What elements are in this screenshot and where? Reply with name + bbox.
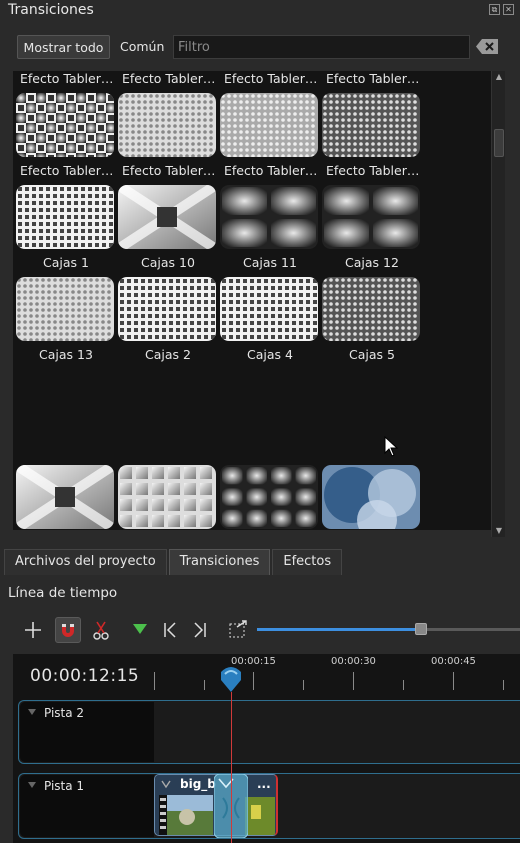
transition-item[interactable]: Cajas 13 (16, 277, 114, 437)
transition-thumbnail (118, 465, 216, 529)
ruler-tick (204, 680, 205, 690)
zoom-slider[interactable] (257, 623, 520, 635)
transition-thumbnail (322, 277, 420, 341)
transition-label: Cajas 12 (345, 255, 399, 270)
track-collapse-icon[interactable] (28, 709, 36, 715)
transition-item[interactable]: Cajas 5 (322, 277, 420, 437)
scroll-handle[interactable] (494, 129, 504, 157)
transition-thumbnail (322, 465, 420, 529)
transition-label: Cajas 4 (247, 347, 293, 362)
scroll-up-icon[interactable]: ▲ (494, 72, 504, 82)
track-2[interactable]: Pista 2 (18, 700, 520, 764)
clip-title: big_b (180, 777, 216, 791)
transition-item[interactable] (322, 71, 420, 163)
current-time: 00:00:12:15 (30, 666, 140, 686)
filter-row: Mostrar todo Común (17, 35, 501, 59)
transition-thumbnail (220, 185, 318, 249)
transition-label: Cajas 2 (145, 347, 191, 362)
transitions-grid: Efecto Tabler… Efecto Tabler… Efecto Table… (13, 71, 491, 530)
add-marker-icon[interactable] (127, 617, 153, 643)
transition-label: Cajas 13 (39, 347, 93, 362)
float-icon[interactable]: ⧉ (489, 4, 500, 15)
transition-thumbnail (118, 185, 216, 249)
transition-label: Cajas 11 (243, 255, 297, 270)
playhead-line (231, 692, 232, 843)
track-header: Pista 1 (20, 775, 154, 837)
transition-thumbnail (220, 277, 318, 341)
transition-thumbnail (16, 465, 114, 529)
transition-item[interactable]: Cajas 6 (16, 437, 114, 529)
transition-item[interactable]: Cajas 9 (220, 437, 318, 529)
transition-thumbnail (118, 277, 216, 341)
track-name: Pista 2 (44, 706, 85, 720)
mouse-cursor-icon (384, 436, 399, 457)
close-icon[interactable]: ✕ (503, 4, 514, 15)
timeline-toolbar (20, 617, 520, 643)
razor-icon[interactable] (88, 617, 114, 643)
ruler-tick (453, 672, 454, 690)
snap-button[interactable] (55, 617, 81, 643)
clip-title-overflow: ... (257, 777, 271, 791)
center-timeline-icon[interactable] (225, 617, 251, 643)
show-all-button[interactable]: Mostrar todo (17, 35, 110, 59)
filter-input[interactable] (173, 35, 470, 59)
track-collapse-icon[interactable] (28, 782, 36, 788)
transition-item[interactable] (220, 71, 318, 163)
next-marker-icon[interactable] (187, 617, 213, 643)
ruler-label: 00:00:45 (431, 656, 476, 667)
transition-item[interactable]: Cajas 8 (118, 437, 216, 529)
clear-filter-icon[interactable] (476, 39, 498, 54)
common-label[interactable]: Común (120, 39, 164, 54)
ruler-tick (353, 672, 354, 690)
timeline-title: Línea de tiempo (8, 585, 118, 601)
transition-label: Efecto Tabler… (20, 163, 114, 178)
transition-label: Cajas 10 (141, 255, 195, 270)
tab-transitions[interactable]: Transiciones (168, 549, 271, 575)
previous-marker-icon[interactable] (157, 617, 183, 643)
ruler-tick (253, 672, 254, 690)
transition-thumbnail (16, 277, 114, 341)
dock-title-transitions: Transiciones (8, 2, 94, 18)
transition-item[interactable] (16, 71, 114, 163)
transition-thumbnail (322, 185, 420, 249)
track-name: Pista 1 (44, 779, 85, 793)
ruler-tick (403, 680, 404, 690)
ruler-label: 00:00:30 (331, 656, 376, 667)
transition-thumbnail (220, 465, 318, 529)
tab-project-files[interactable]: Archivos del proyecto (4, 549, 167, 575)
add-track-icon[interactable] (20, 617, 46, 643)
bottom-tabs: Archivos del proyecto Transiciones Efect… (4, 549, 344, 575)
dock-buttons: ⧉ ✕ (489, 4, 514, 15)
ruler-tick (503, 680, 504, 690)
transition-item[interactable] (118, 71, 216, 163)
ruler-tick (154, 672, 155, 690)
transition-item[interactable]: Burbu (322, 437, 420, 529)
transition-label: Efecto Tabler… (224, 163, 318, 178)
track-header: Pista 2 (20, 702, 154, 762)
transitions-scrollbar[interactable]: ▲ ▼ (491, 71, 505, 537)
scroll-down-icon[interactable]: ▼ (494, 526, 504, 536)
ruler-tick (303, 680, 304, 690)
transition-label: Efecto Tabler… (326, 163, 420, 178)
clip-collapse-icon[interactable] (161, 779, 171, 789)
transition-label: Efecto Tabler… (122, 163, 216, 178)
zoom-fill (257, 628, 422, 631)
transition-label: Cajas 5 (349, 347, 395, 362)
transition-thumbnail (16, 185, 114, 249)
zoom-handle[interactable] (415, 623, 428, 635)
transition-item[interactable]: Cajas 2 (118, 277, 216, 437)
transition-item[interactable]: Cajas 4 (220, 277, 318, 437)
magnet-icon (62, 624, 74, 637)
tab-effects[interactable]: Efectos (272, 549, 343, 575)
playhead-handle[interactable] (219, 666, 243, 694)
transition-label: Cajas 1 (43, 255, 89, 270)
